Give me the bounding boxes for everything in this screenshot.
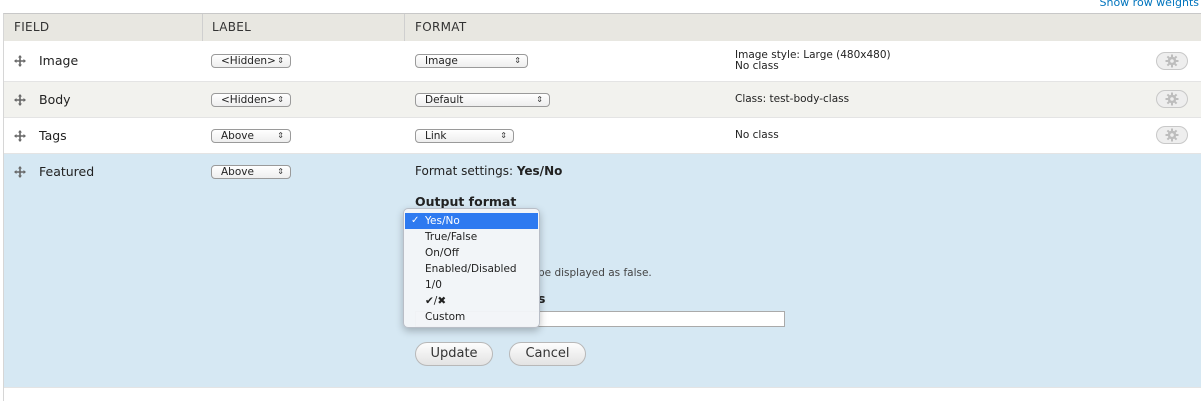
settings-gear-button[interactable] (1156, 126, 1188, 144)
updown-arrows-icon: ⇕ (277, 167, 284, 176)
header-field: FIELD (14, 20, 50, 34)
gear-icon (1165, 92, 1179, 106)
updown-arrows-icon: ⇕ (277, 56, 284, 65)
header-divider (404, 14, 405, 41)
select-value: Link (425, 130, 447, 142)
select-value: Above (221, 130, 254, 142)
cancel-button[interactable]: Cancel (509, 342, 586, 366)
field-name: Image (39, 53, 79, 68)
updown-arrows-icon: ⇕ (536, 95, 543, 104)
format-settings-value: Yes/No (516, 164, 563, 178)
show-row-weights-link[interactable]: Show row weights (1100, 0, 1200, 9)
drag-handle-icon[interactable] (13, 165, 27, 179)
top-toolbar: Show row weights (0, 0, 1201, 13)
format-description: be displayed as false. (538, 267, 652, 279)
field-name: Tags (39, 128, 67, 143)
summary-line: Class: test-body-class (735, 93, 850, 105)
format-settings-prefix: Format settings: (415, 164, 517, 178)
header-label: LABEL (212, 20, 252, 34)
dropdown-option[interactable]: ✔/✖ (405, 293, 538, 309)
format-summary: Image style: Large (480x480) No class (735, 50, 891, 72)
gear-icon (1165, 128, 1179, 142)
field-name: Featured (39, 164, 95, 179)
field-name: Body (39, 92, 71, 107)
format-select[interactable]: Image ⇕ (415, 54, 528, 68)
table-row-image: Image <Hidden> ⇕ Image ⇕ Image style: La… (4, 41, 1201, 82)
drag-handle-icon[interactable] (13, 129, 27, 143)
summary-line: No class (735, 60, 779, 72)
drag-handle-icon[interactable] (13, 93, 27, 107)
field-display-table: FIELD LABEL FORMAT Image <Hidden> ⇕ Imag… (3, 13, 1201, 402)
select-value: Above (221, 166, 254, 178)
updown-arrows-icon: ⇕ (277, 131, 284, 140)
summary-line: No class (735, 129, 779, 141)
dropdown-option[interactable]: Enabled/Disabled (405, 261, 538, 277)
header-format: FORMAT (415, 20, 467, 34)
table-row-featured: Featured Above ⇕ Format settings: Yes/No… (4, 154, 1201, 387)
updown-arrows-icon: ⇕ (514, 56, 521, 65)
label-select[interactable]: <Hidden> ⇕ (211, 54, 291, 68)
format-summary: No class (735, 130, 779, 141)
label-select[interactable]: Above ⇕ (211, 129, 291, 143)
checkmark-icon: ✓ (411, 215, 420, 226)
table-row-tags: Tags Above ⇕ Link ⇕ No class (4, 118, 1201, 154)
label-select[interactable]: Above ⇕ (211, 165, 291, 179)
output-format-dropdown[interactable]: ✓ Yes/No True/False On/Off Enabled/Disab… (403, 208, 540, 328)
format-select[interactable]: Default ⇕ (415, 93, 550, 107)
select-value: <Hidden> (221, 55, 276, 67)
select-value: <Hidden> (221, 94, 276, 106)
settings-gear-button[interactable] (1156, 90, 1188, 108)
label-select[interactable]: <Hidden> ⇕ (211, 93, 291, 107)
dropdown-option-selected[interactable]: ✓ Yes/No (405, 213, 538, 229)
header-divider (202, 14, 203, 41)
select-value: Image (425, 55, 458, 67)
table-header: FIELD LABEL FORMAT (4, 14, 1201, 42)
dropdown-option[interactable]: True/False (405, 229, 538, 245)
gear-icon (1165, 54, 1179, 68)
dropdown-option[interactable]: On/Off (405, 245, 538, 261)
settings-gear-button[interactable] (1156, 52, 1188, 70)
format-summary: Class: test-body-class (735, 94, 849, 105)
dropdown-option[interactable]: Custom (405, 309, 538, 325)
output-format-label: Output format (415, 194, 517, 209)
updown-arrows-icon: ⇕ (500, 131, 507, 140)
option-label: Yes/No (425, 215, 460, 227)
select-value: Default (425, 94, 464, 106)
update-button[interactable]: Update (415, 342, 493, 366)
dropdown-option[interactable]: 1/0 (405, 277, 538, 293)
table-row-body: Body <Hidden> ⇕ Default ⇕ Class: test-bo… (4, 82, 1201, 118)
updown-arrows-icon: ⇕ (277, 95, 284, 104)
drag-handle-icon[interactable] (13, 54, 27, 68)
format-select[interactable]: Link ⇕ (415, 129, 514, 143)
format-settings-title: Format settings: Yes/No (415, 164, 562, 178)
